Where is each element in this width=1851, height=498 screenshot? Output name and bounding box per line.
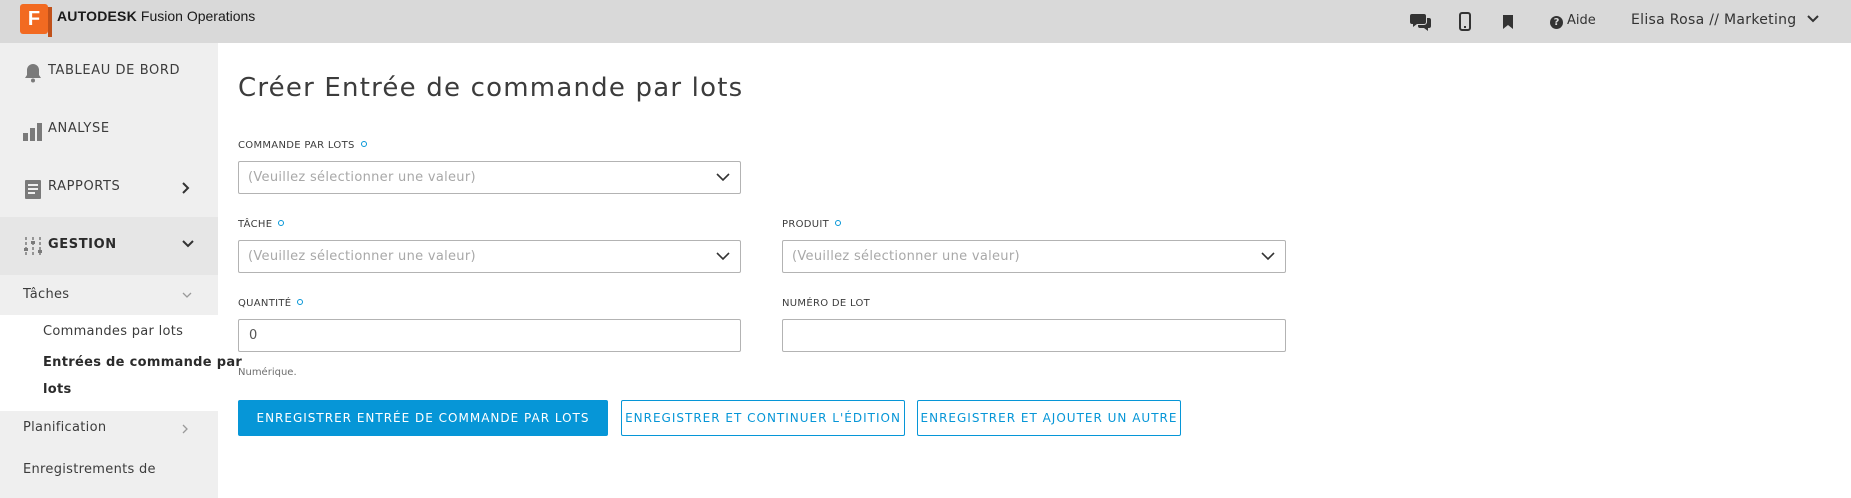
tache-label-text: TÂCHE	[238, 219, 273, 230]
quantite-input[interactable]: 0	[238, 319, 741, 352]
chevron-right-icon	[182, 424, 188, 434]
tache-placeholder: (Veuillez sélectionner une valeur)	[248, 249, 476, 264]
sidebar-item-label: GESTION	[48, 237, 117, 252]
bell-icon	[25, 64, 41, 83]
chevron-down-icon	[182, 240, 194, 248]
fusion-logo[interactable]: F	[20, 4, 52, 37]
sidebar-subitem-planification[interactable]: Planification	[0, 411, 218, 447]
chevron-down-icon	[1261, 252, 1275, 261]
sidebar-subitem-label: Planification	[23, 420, 107, 435]
produit-label: PRODUIT	[782, 219, 842, 230]
report-icon	[25, 180, 41, 199]
sidebar-subitem-taches[interactable]: Tâches	[0, 275, 218, 315]
help-icon: ?	[1550, 16, 1563, 29]
save-button[interactable]: ENREGISTRER ENTRÉE DE COMMANDE PAR LOTS	[238, 400, 608, 436]
user-menu[interactable]: Elisa Rosa // Marketing	[1631, 12, 1797, 28]
top-bar: F AUTODESK Fusion Operations ? Aide Elisa …	[0, 0, 1851, 43]
required-indicator-icon	[835, 220, 842, 226]
chevron-down-icon[interactable]	[1806, 14, 1820, 24]
sidebar-subitem-commandes-par-lots[interactable]: Commandes par lots	[0, 315, 218, 348]
sliders-icon	[24, 237, 42, 257]
sidebar-subitem-label: lots	[43, 382, 72, 397]
brand-product: Fusion Operations	[140, 8, 256, 24]
commande-par-lots-label-text: COMMANDE PAR LOTS	[238, 140, 355, 151]
brand-autodesk: AUTODESK	[57, 8, 137, 24]
tache-select[interactable]: (Veuillez sélectionner une valeur)	[238, 240, 741, 273]
produit-select[interactable]: (Veuillez sélectionner une valeur)	[782, 240, 1286, 273]
brand-title[interactable]: AUTODESK Fusion Operations	[57, 8, 255, 24]
save-and-continue-button[interactable]: ENREGISTRER ET CONTINUER L'ÉDITION	[621, 400, 905, 436]
required-indicator-icon	[360, 141, 367, 147]
sidebar-subitem-label: Entrées de commande par	[43, 355, 243, 370]
numero-de-lot-input[interactable]	[782, 319, 1286, 352]
sidebar-item-rapports[interactable]: RAPPORTS	[0, 159, 218, 217]
tache-label: TÂCHE	[238, 219, 285, 230]
sidebar-item-gestion[interactable]: GESTION	[0, 217, 218, 275]
numero-de-lot-label-text: NUMÉRO DE LOT	[782, 298, 871, 309]
produit-placeholder: (Veuillez sélectionner une valeur)	[792, 249, 1020, 264]
quantite-value: 0	[249, 328, 258, 343]
produit-label-text: PRODUIT	[782, 219, 830, 230]
sidebar-subitem-label: Commandes par lots	[43, 324, 184, 339]
sidebar-subitem-label: Tâches	[23, 287, 70, 302]
chevron-down-icon	[716, 252, 730, 261]
numero-de-lot-label: NUMÉRO DE LOT	[782, 298, 870, 309]
sidebar-item-tableau-de-bord[interactable]: TABLEAU DE BORD	[0, 43, 218, 101]
chat-icon[interactable]	[1410, 12, 1432, 32]
help-link[interactable]: ? Aide	[1550, 13, 1596, 29]
sidebar-item-label: ANALYSE	[48, 121, 110, 136]
save-and-add-another-button[interactable]: ENREGISTRER ET AJOUTER UN AUTRE	[917, 400, 1181, 436]
quantite-label-text: QUANTITÉ	[238, 298, 292, 309]
chevron-down-icon	[182, 292, 192, 298]
quantite-label: QUANTITÉ	[238, 298, 304, 309]
commande-par-lots-placeholder: (Veuillez sélectionner une valeur)	[248, 170, 476, 185]
sidebar-item-analyse[interactable]: ANALYSE	[0, 101, 218, 159]
required-indicator-icon	[278, 220, 285, 226]
sidebar-item-label: RAPPORTS	[48, 179, 121, 194]
help-label: Aide	[1567, 13, 1596, 28]
sidebar-subitem-label: Enregistrements de	[23, 462, 156, 477]
quantite-hint: Numérique.	[238, 367, 297, 378]
sidebar-subitem-enregistrements[interactable]: Enregistrements de	[0, 453, 218, 489]
mobile-icon[interactable]	[1458, 12, 1472, 32]
commande-par-lots-label: COMMANDE PAR LOTS	[238, 140, 367, 151]
bookmark-icon[interactable]	[1502, 12, 1514, 32]
page-title: Créer Entrée de commande par lots	[238, 73, 744, 103]
sidebar: TABLEAU DE BORD ANALYSE RAPPORTS GESTION…	[0, 43, 242, 498]
required-indicator-icon	[297, 299, 304, 305]
sidebar-subitem-entrees-de-commande-par-lots[interactable]: Entrées de commande par lots	[0, 348, 242, 411]
chevron-down-icon	[716, 173, 730, 182]
sidebar-item-label: TABLEAU DE BORD	[48, 63, 181, 78]
chevron-right-icon	[182, 182, 190, 194]
commande-par-lots-select[interactable]: (Veuillez sélectionner une valeur)	[238, 161, 741, 194]
bar-chart-icon	[23, 123, 42, 141]
